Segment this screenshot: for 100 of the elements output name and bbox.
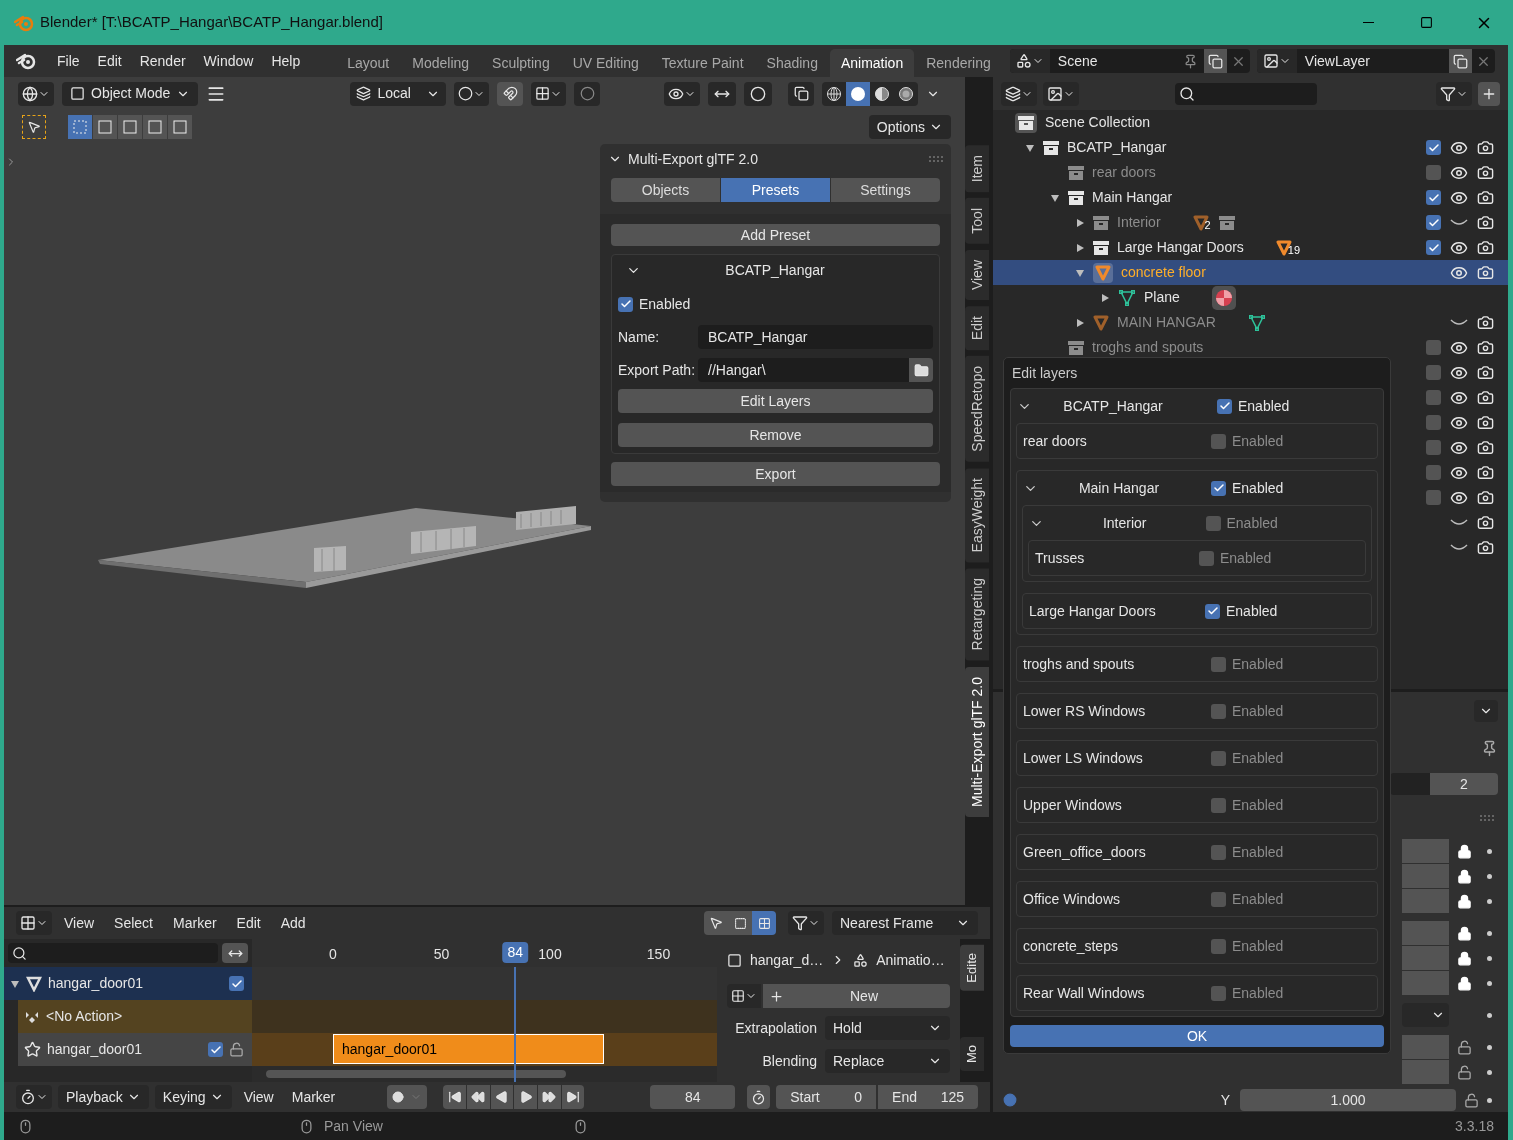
value-field[interactable]	[1402, 839, 1449, 863]
select-mode-button[interactable]	[168, 115, 192, 139]
export-path-field[interactable]: //Hangar\	[698, 358, 909, 382]
sidebar-tab[interactable]: Tool	[965, 198, 989, 244]
record-button[interactable]	[387, 1085, 428, 1109]
menu-item[interactable]: Window	[194, 48, 263, 74]
checkbox[interactable]	[1426, 140, 1441, 155]
visibility-button[interactable]	[664, 81, 701, 106]
scrollbar[interactable]	[266, 1070, 566, 1078]
lock-icon[interactable]	[1456, 950, 1472, 966]
collapse-arrow-icon[interactable]	[1025, 142, 1035, 153]
collapse-arrow-icon[interactable]	[1075, 267, 1085, 278]
next-keyframe-button[interactable]	[537, 1085, 561, 1109]
remove-button[interactable]: Remove	[618, 423, 933, 447]
value-field[interactable]	[1402, 1035, 1449, 1059]
preview-range-button[interactable]	[747, 1085, 771, 1109]
value-field[interactable]	[1390, 773, 1430, 795]
channel-row[interactable]: hangar_door01	[18, 1033, 252, 1066]
edit-layers-button[interactable]: Edit Layers	[618, 389, 933, 413]
gizmo-button[interactable]	[708, 81, 737, 106]
copy-button[interactable]	[1203, 49, 1227, 73]
current-frame-field[interactable]: 84	[650, 1085, 736, 1109]
y-value-field[interactable]: 1.000	[1240, 1089, 1456, 1111]
unlock-icon[interactable]	[1464, 1092, 1479, 1108]
checkbox[interactable]	[1211, 797, 1226, 813]
swap-button[interactable]	[222, 943, 248, 963]
checkbox[interactable]	[1211, 985, 1226, 1001]
jump-to-end-button[interactable]	[561, 1085, 585, 1109]
playhead-line[interactable]	[514, 967, 517, 1082]
checkbox[interactable]	[1426, 440, 1441, 455]
grip-icon[interactable]	[929, 156, 943, 162]
camera-icon[interactable]	[1477, 514, 1494, 531]
new-collection-button[interactable]	[1478, 81, 1500, 106]
menu-item[interactable]: View	[56, 912, 103, 934]
panel-tab[interactable]: Presets	[721, 178, 830, 202]
workspace-tab[interactable]: Texture Paint	[650, 49, 755, 77]
view-layer-name-field[interactable]: ViewLayer	[1296, 50, 1449, 72]
channel-row[interactable]: hangar_door01	[4, 967, 252, 1000]
sidebar-tab[interactable]: EasyWeight	[965, 467, 989, 563]
unlock-icon[interactable]	[1456, 1039, 1472, 1055]
channel-row[interactable]: <No Action>	[18, 1000, 252, 1033]
menu-item[interactable]: Help	[262, 48, 310, 74]
closed-eye-icon[interactable]	[1450, 318, 1468, 327]
camera-icon[interactable]	[1477, 389, 1494, 406]
menu-item[interactable]: File	[48, 48, 89, 74]
browse-folder-button[interactable]	[909, 358, 933, 382]
end-frame-field[interactable]: End 125	[878, 1085, 978, 1109]
workspace-tab[interactable]: UV Editing	[561, 49, 650, 77]
menu-item[interactable]: View	[237, 1086, 280, 1108]
value-field[interactable]	[1402, 889, 1449, 913]
play-reverse-button[interactable]	[490, 1085, 514, 1109]
checkbox[interactable]	[208, 1042, 223, 1057]
menu-item[interactable]: Marker	[165, 912, 225, 934]
action-strip[interactable]: hangar_door01	[333, 1034, 605, 1064]
closed-eye-icon[interactable]	[1450, 543, 1468, 552]
menu-item[interactable]: Add	[272, 912, 314, 934]
play-button[interactable]	[514, 1085, 537, 1109]
checkbox[interactable]	[229, 976, 244, 991]
expand-arrow-icon[interactable]	[1075, 217, 1085, 228]
jump-to-start-button[interactable]	[443, 1085, 466, 1109]
panel-tab[interactable]: Objects	[611, 178, 720, 202]
value-field[interactable]	[1402, 864, 1449, 888]
ok-button[interactable]: OK	[1010, 1025, 1384, 1047]
panel-tab[interactable]: Settings	[831, 178, 940, 202]
snap-button[interactable]	[497, 81, 524, 106]
orientation-dropdown[interactable]: Local	[350, 81, 447, 106]
scene-name-field[interactable]: Scene	[1049, 50, 1183, 72]
menu-item[interactable]: Render	[130, 48, 195, 74]
proportional-edit-button[interactable]	[574, 81, 601, 106]
checkbox[interactable]	[1211, 938, 1226, 954]
checkbox[interactable]	[1211, 703, 1226, 719]
camera-icon[interactable]	[1477, 214, 1494, 231]
menu-item[interactable]: Edit	[228, 912, 269, 934]
value-field[interactable]	[1402, 1060, 1449, 1084]
unlock-icon[interactable]	[229, 1042, 244, 1057]
unlock-icon[interactable]	[1456, 1064, 1472, 1080]
camera-icon[interactable]	[1477, 539, 1494, 556]
sidebar-tab[interactable]: SpeedRetopo	[965, 356, 989, 462]
workspace-tab[interactable]: Rendering	[915, 49, 1002, 77]
outliner-row[interactable]: concrete floor	[993, 260, 1508, 285]
sidebar-tab[interactable]: Mo	[960, 1036, 984, 1071]
filter-button[interactable]	[1436, 81, 1472, 106]
value-field[interactable]	[1402, 971, 1449, 995]
target-icon[interactable]	[1003, 1093, 1017, 1107]
new-action-button[interactable]: New	[763, 984, 950, 1008]
start-frame-field[interactable]: Start 0	[776, 1085, 877, 1109]
checkbox[interactable]	[1211, 750, 1226, 766]
pivot-button[interactable]	[454, 81, 490, 106]
checkbox[interactable]	[1211, 480, 1226, 496]
menu-item[interactable]: Select	[106, 912, 161, 934]
menu-dropdown[interactable]: Playback	[58, 1085, 149, 1109]
checkbox[interactable]	[1426, 240, 1441, 255]
checkbox[interactable]	[1426, 340, 1441, 355]
add-preset-button[interactable]: Add Preset	[611, 224, 940, 246]
camera-icon[interactable]	[1477, 239, 1494, 256]
checkbox[interactable]	[1426, 215, 1441, 230]
view-layer-button[interactable]	[1043, 81, 1079, 106]
box-select-button[interactable]	[728, 911, 752, 935]
options-dropdown[interactable]: Options	[868, 115, 951, 139]
pin-icon[interactable]	[1182, 53, 1198, 69]
